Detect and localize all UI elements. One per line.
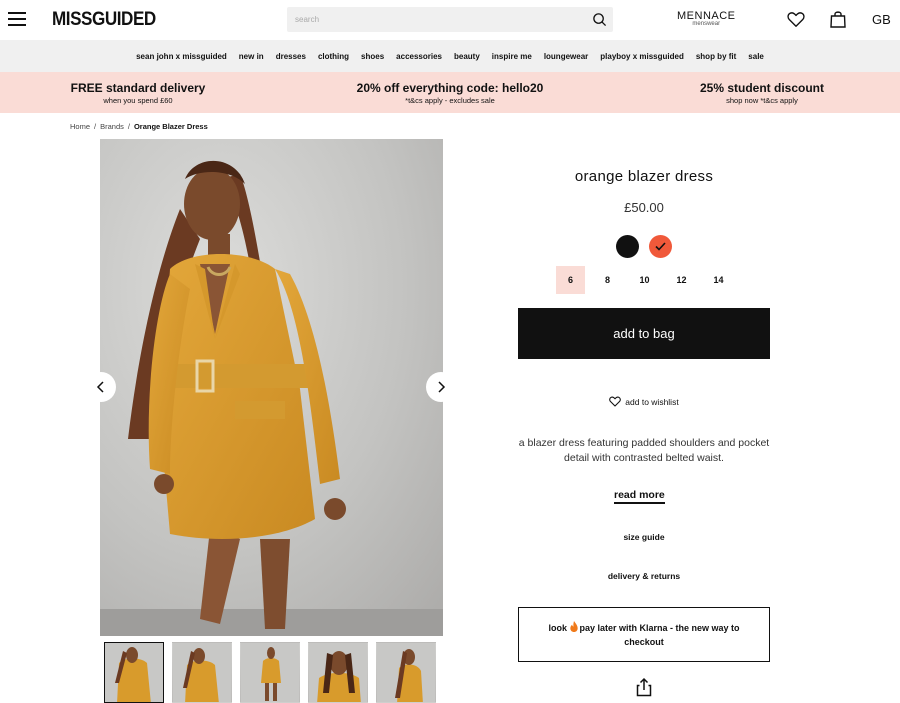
share-icon[interactable] (636, 677, 652, 697)
size-option-10[interactable]: 10 (630, 266, 659, 294)
thumbnail-image (241, 643, 299, 702)
size-option-14[interactable]: 14 (704, 266, 733, 294)
thumbnail-strip (104, 642, 436, 703)
wishlist-heart-icon[interactable] (787, 11, 805, 28)
nav-item-dresses[interactable]: dresses (270, 52, 312, 61)
thumbnail-2[interactable] (172, 642, 232, 703)
size-option-8[interactable]: 8 (593, 266, 622, 294)
delivery-returns-link[interactable]: delivery & returns (518, 571, 770, 581)
wishlist-label: add to wishlist (625, 396, 679, 407)
thumbnail-4[interactable] (308, 642, 368, 703)
thumbnail-image (377, 643, 435, 702)
fire-icon (570, 621, 579, 632)
size-option-12[interactable]: 12 (667, 266, 696, 294)
checkmark-icon (655, 242, 666, 251)
model-photo (100, 139, 443, 636)
promo-delivery-title: FREE standard delivery (70, 81, 206, 95)
region-selector[interactable]: GB (872, 12, 891, 27)
promo-discount-sub: *t&cs apply - excludes sale (405, 96, 495, 105)
breadcrumb-home[interactable]: Home (70, 122, 90, 131)
nav-item-inspire-me[interactable]: inspire me (486, 52, 538, 61)
search-bar (287, 7, 613, 32)
chevron-left-icon (96, 381, 104, 393)
thumbnail-1[interactable] (104, 642, 164, 703)
color-swatch-orange[interactable] (649, 235, 672, 258)
menu-icon[interactable] (8, 12, 26, 26)
promo-banner: FREE standard delivery when you spend £6… (0, 72, 900, 113)
size-option-6[interactable]: 6 (556, 266, 585, 294)
color-swatch-black[interactable] (616, 235, 639, 258)
nav-item-clothing[interactable]: clothing (312, 52, 355, 61)
promo-discount[interactable]: 20% off everything code: hello20 *t&cs a… (350, 81, 550, 105)
size-guide-link[interactable]: size guide (518, 532, 770, 542)
nav-item-shoes[interactable]: shoes (355, 52, 390, 61)
site-logo[interactable]: MISSGUIDED (52, 9, 156, 31)
search-input[interactable] (287, 7, 577, 32)
klarna-text: pay later with Klarna - the new way to c… (579, 623, 740, 647)
breadcrumb: Home / Brands / Orange Blazer Dress (70, 122, 208, 131)
thumbnail-image (309, 643, 367, 702)
promo-student[interactable]: 25% student discount shop now *t&cs appl… (697, 81, 827, 105)
nav-item-shop-by-fit[interactable]: shop by fit (690, 52, 742, 61)
prev-image-button[interactable] (86, 372, 116, 402)
nav-item-loungewear[interactable]: loungewear (538, 52, 594, 61)
size-selector: 6 8 10 12 14 (556, 266, 741, 294)
klarna-banner[interactable]: look pay later with Klarna - the new way… (518, 607, 770, 662)
thumbnail-image (105, 643, 163, 702)
nav-item-beauty[interactable]: beauty (448, 52, 486, 61)
add-to-bag-button[interactable]: add to bag (518, 308, 770, 359)
thumbnail-5[interactable] (376, 642, 436, 703)
mennace-link[interactable]: MENNACE menswear (677, 10, 736, 27)
heart-icon (609, 396, 622, 407)
klarna-prefix: look (548, 623, 570, 633)
category-nav: sean john x missguided new in dresses cl… (0, 40, 900, 72)
promo-delivery-sub: when you spend £60 (103, 96, 173, 105)
nav-item-sean-john[interactable]: sean john x missguided (130, 52, 233, 61)
product-price: £50.00 (624, 200, 664, 215)
product-title: orange blazer dress (574, 168, 714, 185)
nav-item-playboy[interactable]: playboy x missguided (594, 52, 690, 61)
promo-discount-title: 20% off everything code: hello20 (356, 81, 544, 95)
thumbnail-image (173, 643, 231, 702)
promo-student-title: 25% student discount (699, 81, 824, 95)
breadcrumb-brands[interactable]: Brands (100, 122, 124, 131)
promo-delivery[interactable]: FREE standard delivery when you spend £6… (70, 81, 206, 105)
nav-item-accessories[interactable]: accessories (390, 52, 448, 61)
nav-item-sale[interactable]: sale (742, 52, 770, 61)
promo-student-sub: shop now *t&cs apply (726, 96, 798, 105)
shopping-bag-icon[interactable] (830, 10, 846, 28)
top-header: MISSGUIDED MENNACE menswear GB (0, 0, 900, 40)
product-main-image[interactable] (100, 139, 443, 636)
product-description: a blazer dress featuring padded shoulder… (518, 437, 770, 464)
read-more-link[interactable]: read more (614, 489, 665, 504)
nav-item-new-in[interactable]: new in (233, 52, 270, 61)
add-to-wishlist-link[interactable]: add to wishlist (518, 396, 770, 407)
search-icon[interactable] (592, 12, 607, 27)
next-image-button[interactable] (426, 372, 456, 402)
breadcrumb-current: Orange Blazer Dress (133, 122, 208, 131)
thumbnail-3[interactable] (240, 642, 300, 703)
chevron-right-icon (438, 381, 446, 393)
